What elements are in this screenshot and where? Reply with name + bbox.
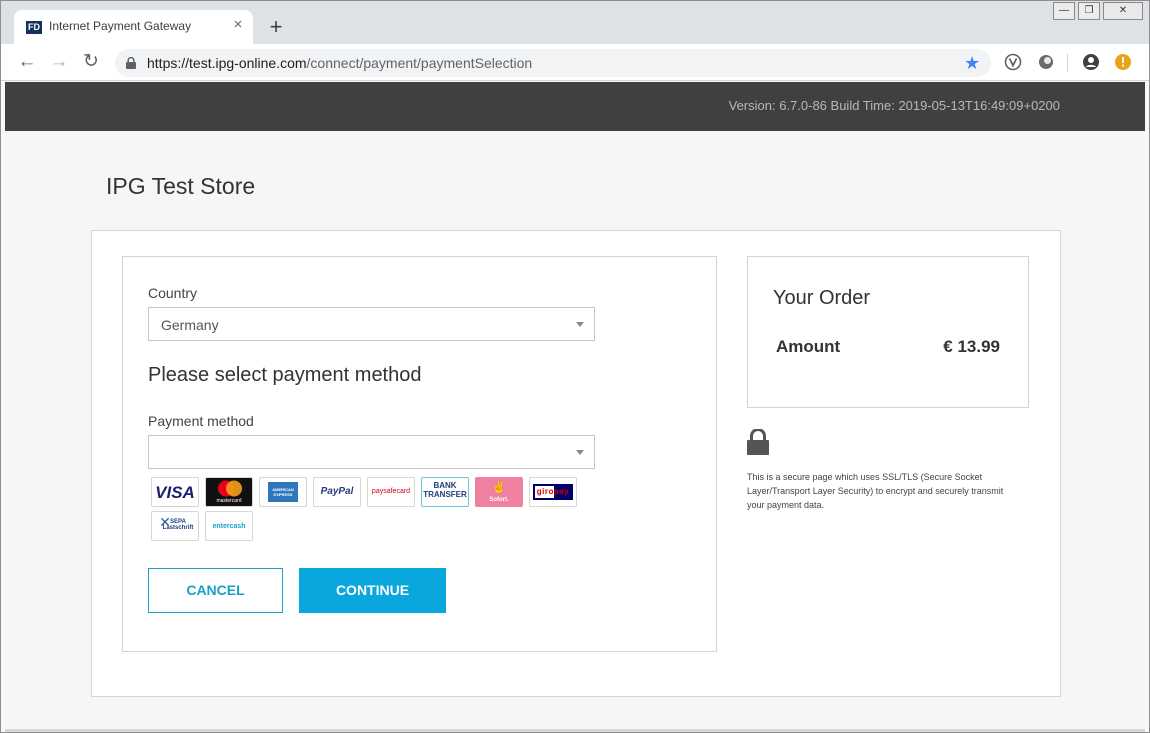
chevron-down-icon (576, 322, 584, 327)
sepa-text: SEPA Lastschrift (162, 519, 194, 531)
paypal-text: PayPal (320, 486, 354, 497)
sepa-logo[interactable]: ✕ SEPA Lastschrift (151, 511, 199, 541)
fd-favicon-icon: FD (26, 21, 42, 34)
address-bar[interactable]: https://test.ipg-online.com/connect/paym… (115, 49, 991, 77)
extension-v-icon[interactable] (1004, 53, 1022, 71)
mastercard-text: mastercard (216, 498, 242, 504)
paypal-logo[interactable]: PayPal (313, 477, 361, 507)
paysafecard-logo[interactable]: paysafecard (367, 477, 415, 507)
page-bottom-edge (5, 729, 1145, 732)
giropay-text: giropay (536, 487, 570, 496)
version-text: Version: 6.7.0-86 Build Time: 2019-05-13… (728, 98, 1060, 113)
maximize-button[interactable]: ❐ (1078, 2, 1100, 20)
browser-toolbar: ← → ↻ https://test.ipg-online.com/connec… (1, 44, 1149, 81)
profile-icon[interactable] (1082, 53, 1100, 71)
paysafecard-text: paysafecard (371, 488, 411, 495)
reload-icon[interactable]: ↻ (79, 50, 103, 74)
back-icon[interactable]: ← (15, 50, 39, 74)
order-title: Your Order (773, 287, 871, 309)
lock-icon (126, 57, 136, 69)
tab-strip: FD Internet Payment Gateway × + — ❐ ✕ (1, 1, 1149, 44)
amount-value: € 13.99 (943, 337, 1000, 356)
padlock-icon (747, 429, 769, 455)
mastercard-logo[interactable]: mastercard (205, 477, 253, 507)
payment-heading: Please select payment method (148, 364, 422, 386)
mastercard-circles-icon (218, 480, 242, 497)
bookmark-star-icon[interactable]: ★ (964, 52, 980, 74)
country-value: Germany (161, 317, 219, 333)
extension-circle-icon[interactable] (1037, 53, 1055, 71)
update-alert-icon[interactable] (1114, 53, 1132, 71)
payment-method-select[interactable] (148, 435, 595, 469)
chevron-down-icon (576, 450, 584, 455)
amex-logo[interactable]: AMERICAN EXPRESS (259, 477, 307, 507)
payment-form: Country Germany Please select payment me… (122, 256, 717, 652)
url-text: https://test.ipg-online.com/connect/paym… (147, 55, 532, 71)
browser-tab[interactable]: FD Internet Payment Gateway × (14, 10, 253, 44)
tab-title: Internet Payment Gateway (49, 19, 192, 33)
store-title: IPG Test Store (106, 173, 256, 199)
page-content: IPG Test Store Country Germany Please se… (5, 131, 1145, 729)
sofort-text: Sofort. (489, 497, 509, 503)
payment-container: Country Germany Please select payment me… (91, 230, 1061, 697)
new-tab-button[interactable]: + (264, 15, 288, 39)
order-summary: Your Order Amount € 13.99 (747, 256, 1029, 408)
bank-transfer-text: BANK TRANSFER (423, 481, 467, 499)
secure-note: This is a secure page which uses SSL/TLS… (747, 472, 1004, 510)
visa-text: VISA (155, 483, 195, 502)
sofort-logo[interactable]: ✌ Sofort. (475, 477, 523, 507)
url-path: /connect/payment/paymentSelection (306, 55, 533, 71)
giropay-logo[interactable]: giropay (529, 477, 577, 507)
sofort-hand-icon: ✌ (491, 480, 507, 494)
bank-transfer-logo[interactable]: BANK TRANSFER (421, 477, 469, 507)
entercash-logo[interactable]: entercash (205, 511, 253, 541)
forward-icon[interactable]: → (47, 50, 71, 74)
continue-button[interactable]: CONTINUE (299, 568, 446, 613)
close-window-button[interactable]: ✕ (1103, 2, 1143, 20)
visa-logo[interactable]: VISA (151, 477, 199, 507)
url-host: https://test.ipg-online.com (147, 55, 307, 71)
amex-text: AMERICAN EXPRESS (272, 487, 294, 497)
cancel-button[interactable]: CANCEL (148, 568, 283, 613)
country-select[interactable]: Germany (148, 307, 595, 341)
browser-window: FD Internet Payment Gateway × + — ❐ ✕ ← … (0, 0, 1150, 733)
gateway-header: Version: 6.7.0-86 Build Time: 2019-05-13… (5, 82, 1145, 131)
entercash-text: entercash (212, 523, 246, 530)
minimize-button[interactable]: — (1053, 2, 1075, 20)
close-tab-icon[interactable]: × (229, 16, 247, 34)
country-label: Country (148, 285, 198, 301)
toolbar-divider (1067, 54, 1068, 72)
payment-method-label: Payment method (148, 413, 254, 429)
amount-label: Amount (776, 337, 841, 356)
